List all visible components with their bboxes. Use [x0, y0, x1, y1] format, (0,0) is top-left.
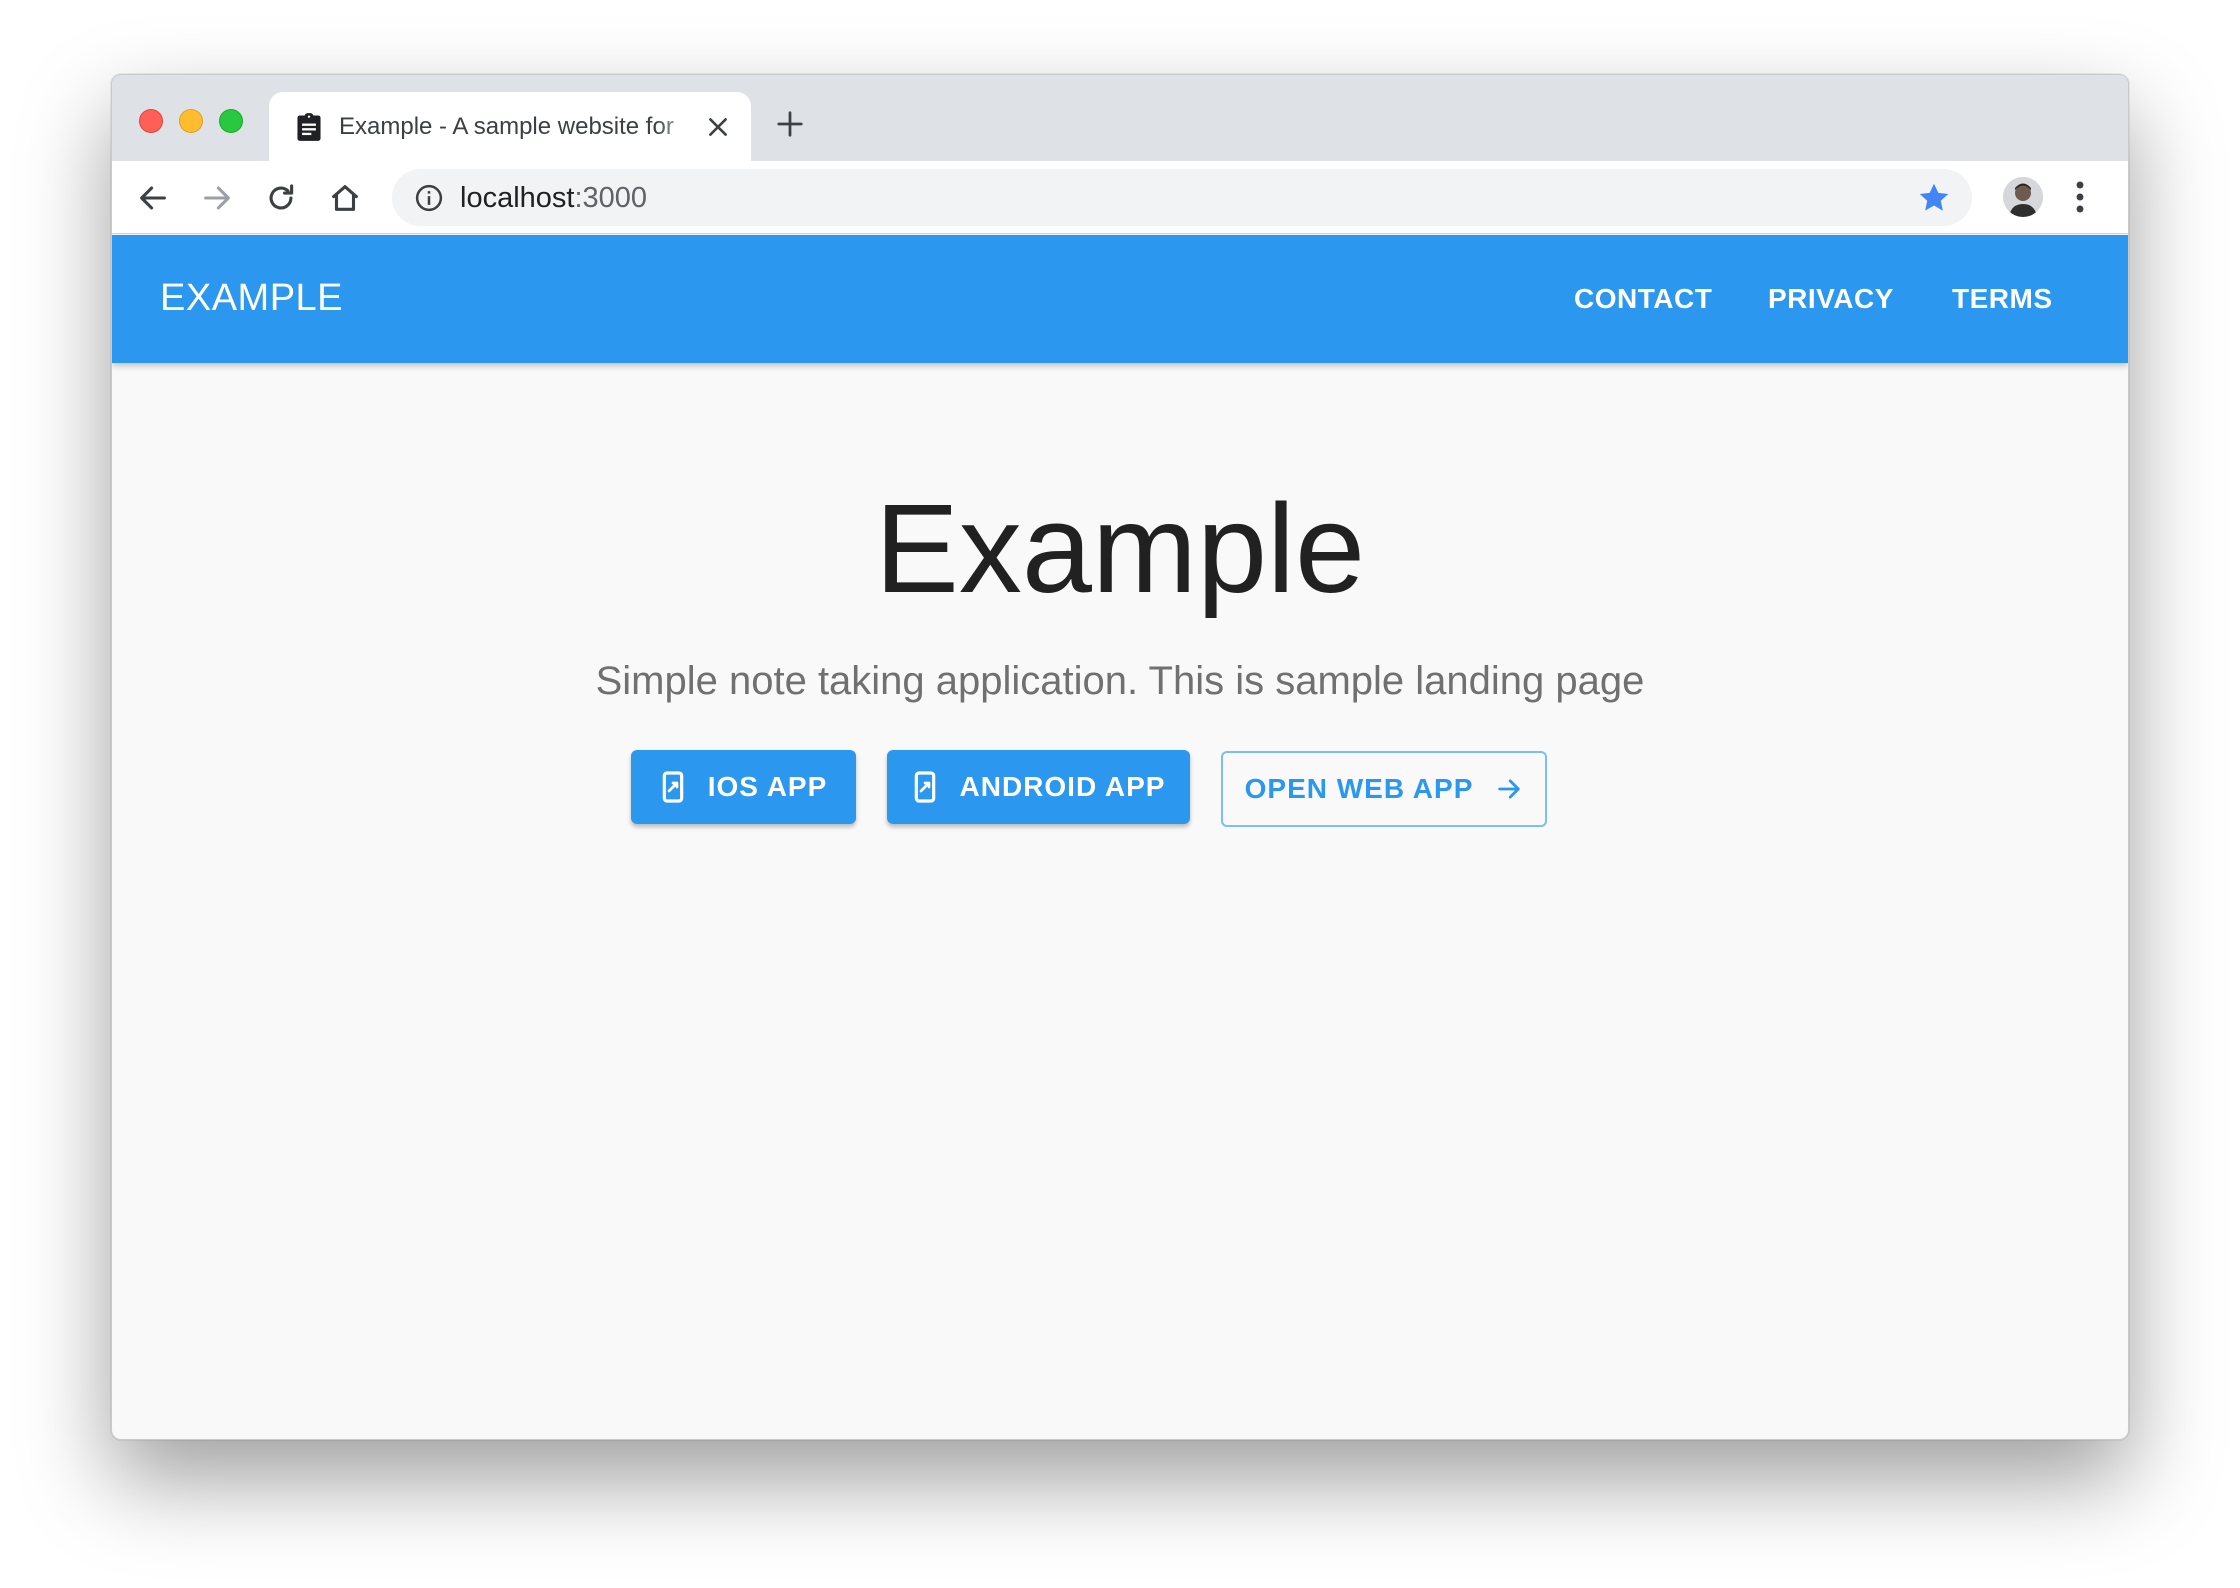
- forward-arrow-icon[interactable]: [200, 181, 234, 215]
- app-bar: EXAMPLE CONTACT PRIVACY TERMS: [112, 235, 2128, 363]
- maximize-window-button[interactable]: [219, 109, 243, 133]
- android-app-button[interactable]: ANDROID APP: [887, 750, 1190, 824]
- close-window-button[interactable]: [139, 109, 163, 133]
- page-subtitle: Simple note taking application. This is …: [595, 659, 1645, 703]
- url-text: localhost:3000: [460, 181, 647, 215]
- new-tab-icon[interactable]: [775, 109, 805, 139]
- home-icon[interactable]: [328, 181, 362, 215]
- phonelink-icon: [914, 771, 935, 803]
- browser-window: Example - A sample website for localhost…: [111, 74, 2129, 1440]
- more-vert-icon[interactable]: [2070, 179, 2090, 215]
- brand-logo[interactable]: EXAMPLE: [160, 273, 343, 323]
- browser-tab[interactable]: Example - A sample website for: [269, 92, 751, 161]
- open-web-app-button[interactable]: OPEN WEB APP: [1221, 751, 1547, 827]
- profile-avatar-icon: [2003, 177, 2043, 217]
- minimize-window-button[interactable]: [179, 109, 203, 133]
- url-port: :3000: [574, 182, 648, 214]
- close-icon[interactable]: [705, 114, 731, 140]
- ios-app-button[interactable]: IOS APP: [631, 750, 856, 824]
- tab-title: Example - A sample website for: [339, 113, 674, 140]
- nav-terms[interactable]: TERMS: [1952, 280, 2053, 318]
- ios-app-label: IOS APP: [707, 771, 828, 802]
- nav-privacy[interactable]: PRIVACY: [1768, 280, 1894, 318]
- clipboard-icon: [297, 113, 321, 141]
- phonelink-icon: [662, 771, 683, 803]
- info-icon[interactable]: [414, 183, 444, 213]
- android-app-label: ANDROID APP: [959, 771, 1166, 802]
- nav-contact[interactable]: CONTACT: [1574, 280, 1712, 318]
- tab-strip: Example - A sample website for: [112, 75, 2128, 161]
- address-bar[interactable]: localhost:3000: [392, 169, 1972, 226]
- reload-icon[interactable]: [264, 181, 298, 215]
- url-host: localhost: [460, 182, 575, 214]
- avatar[interactable]: [2003, 177, 2043, 217]
- arrow-right-icon: [1498, 779, 1521, 799]
- browser-toolbar: localhost:3000: [112, 161, 2128, 234]
- back-arrow-icon[interactable]: [136, 181, 170, 215]
- page-title: Example: [874, 478, 1366, 619]
- star-icon[interactable]: [1916, 180, 1952, 216]
- open-web-app-label: OPEN WEB APP: [1244, 773, 1474, 804]
